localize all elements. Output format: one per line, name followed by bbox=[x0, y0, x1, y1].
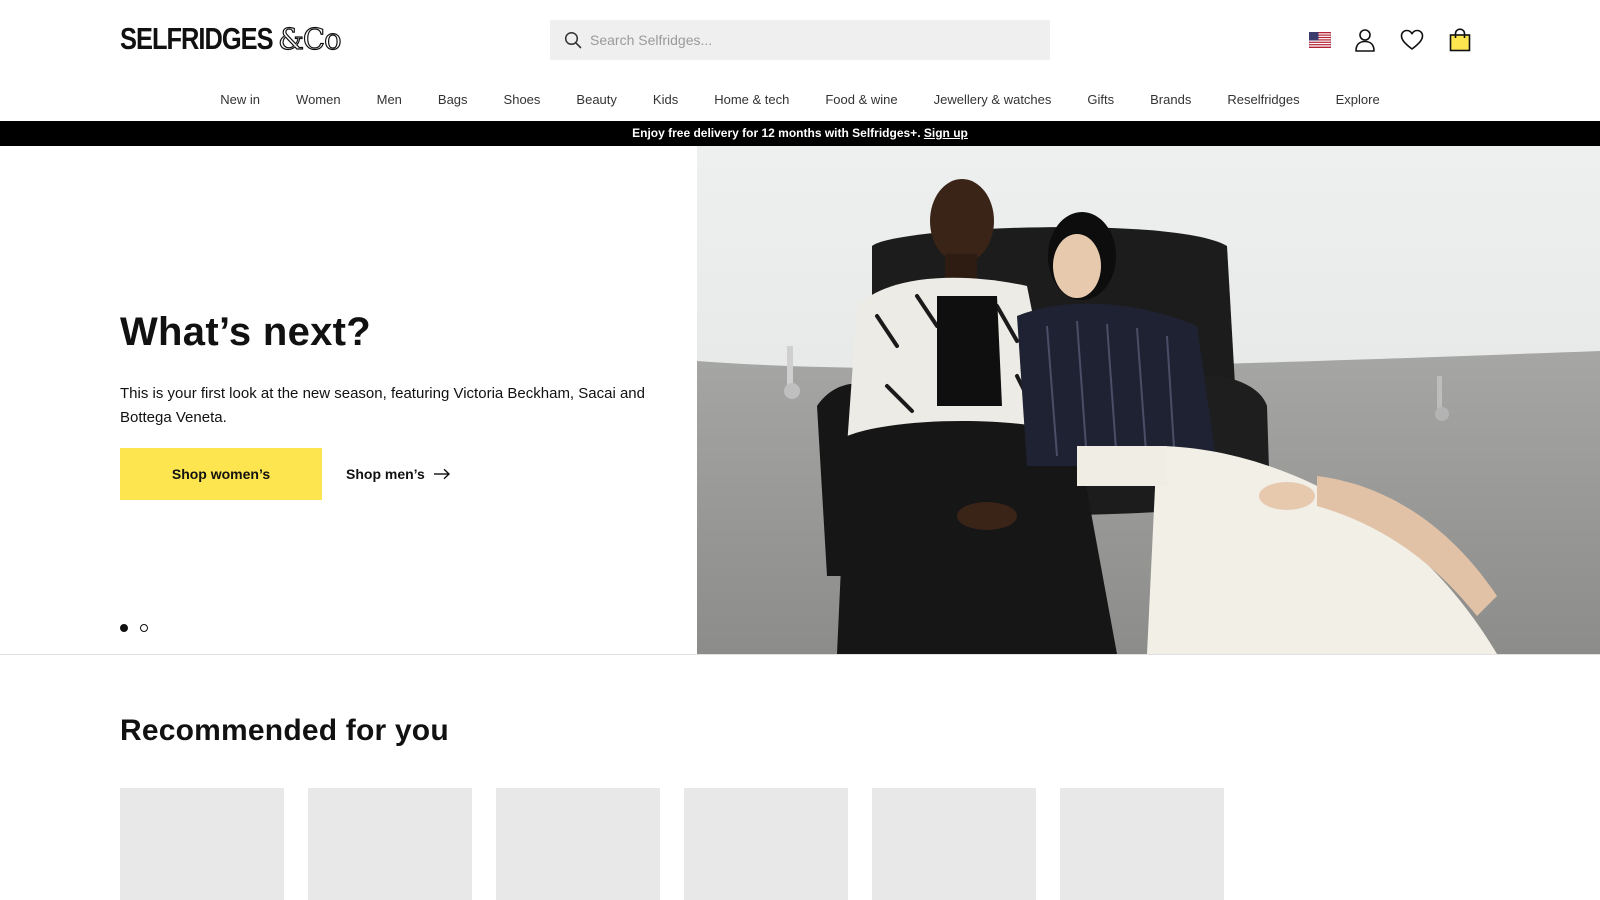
product-card-placeholder[interactable] bbox=[120, 788, 284, 900]
nav-item-home-tech[interactable]: Home & tech bbox=[696, 88, 807, 112]
recommended-title: Recommended for you bbox=[120, 714, 449, 747]
nav-item-beauty[interactable]: Beauty bbox=[558, 88, 634, 112]
product-card-placeholder[interactable] bbox=[872, 788, 1036, 900]
nav-item-brands[interactable]: Brands bbox=[1132, 88, 1209, 112]
nav-item-reselfridges[interactable]: Reselfridges bbox=[1209, 88, 1317, 112]
carousel-dot-2[interactable] bbox=[140, 624, 148, 632]
us-flag-icon[interactable] bbox=[1306, 26, 1334, 54]
hero-photo-illustration bbox=[697, 146, 1600, 654]
nav-item-gifts[interactable]: Gifts bbox=[1069, 88, 1132, 112]
product-card-placeholder[interactable] bbox=[308, 788, 472, 900]
hero-cta-row: Shop women’s Shop men’s bbox=[120, 448, 680, 500]
shop-mens-label: Shop men’s bbox=[346, 466, 425, 482]
promo-signup-link[interactable]: Sign up bbox=[924, 126, 968, 140]
wishlist-heart-icon[interactable] bbox=[1398, 26, 1426, 54]
site-header: SELFRIDGES &Co Search Selfridges... New … bbox=[0, 0, 1600, 120]
nav-item-explore[interactable]: Explore bbox=[1318, 88, 1398, 112]
arrow-right-icon bbox=[433, 468, 450, 480]
hero-image bbox=[697, 146, 1600, 654]
nav-item-kids[interactable]: Kids bbox=[635, 88, 696, 112]
hero-title: What’s next? bbox=[120, 310, 372, 354]
shop-mens-link[interactable]: Shop men’s bbox=[346, 466, 451, 482]
nav-item-new-in[interactable]: New in bbox=[202, 88, 278, 112]
carousel-dot-1[interactable] bbox=[120, 624, 128, 632]
promo-text: Enjoy free delivery for 12 months with S… bbox=[632, 126, 921, 140]
recommended-grid bbox=[120, 788, 1224, 900]
hero-copy: What’s next? This is your first look at … bbox=[120, 310, 680, 500]
account-icon[interactable] bbox=[1351, 26, 1379, 54]
logo-suffix: &Co bbox=[277, 21, 342, 56]
nav-item-food-wine[interactable]: Food & wine bbox=[807, 88, 915, 112]
hero-subtitle: This is your first look at the new seaso… bbox=[120, 385, 645, 426]
shopping-bag-icon[interactable] bbox=[1446, 26, 1474, 54]
hero-banner: What’s next? This is your first look at … bbox=[0, 146, 1600, 655]
product-card-placeholder[interactable] bbox=[1060, 788, 1224, 900]
nav-item-jewellery-watches[interactable]: Jewellery & watches bbox=[916, 88, 1070, 112]
nav-item-shoes[interactable]: Shoes bbox=[486, 88, 559, 112]
promo-banner: Enjoy free delivery for 12 months with S… bbox=[0, 121, 1600, 146]
search-icon[interactable] bbox=[564, 31, 582, 49]
nav-item-bags[interactable]: Bags bbox=[420, 88, 486, 112]
selfridges-logo[interactable]: SELFRIDGES &Co bbox=[120, 21, 342, 56]
logo-wordmark: SELFRIDGES bbox=[120, 21, 274, 56]
product-card-placeholder[interactable] bbox=[496, 788, 660, 900]
shop-womens-button[interactable]: Shop women’s bbox=[120, 448, 322, 500]
nav-item-men[interactable]: Men bbox=[359, 88, 420, 112]
product-card-placeholder[interactable] bbox=[684, 788, 848, 900]
nav-item-women[interactable]: Women bbox=[278, 88, 359, 112]
search-input[interactable] bbox=[590, 20, 1040, 60]
carousel-dots bbox=[120, 624, 148, 632]
search-bar[interactable] bbox=[550, 20, 1050, 60]
main-navigation: New in Women Men Bags Shoes Beauty Kids … bbox=[0, 88, 1600, 112]
